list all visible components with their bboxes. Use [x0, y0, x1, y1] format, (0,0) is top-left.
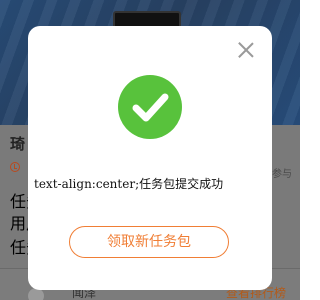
clock-icon: [10, 162, 20, 172]
success-dialog: text-align:center;任务包提交成功 领取新任务包: [28, 26, 272, 290]
check-circle-icon: [118, 75, 182, 139]
get-new-task-button[interactable]: 领取新任务包: [69, 226, 229, 258]
background-right-text: 参与: [272, 169, 292, 180]
background-title: 琦: [10, 135, 26, 153]
close-icon[interactable]: [236, 40, 256, 60]
page: 琦 参与 任务 用户 任务 闻泽 查看排行榜 text-align:center…: [0, 0, 300, 300]
success-message: text-align:center;任务包提交成功: [34, 177, 224, 191]
checkmark-icon: [132, 93, 169, 122]
